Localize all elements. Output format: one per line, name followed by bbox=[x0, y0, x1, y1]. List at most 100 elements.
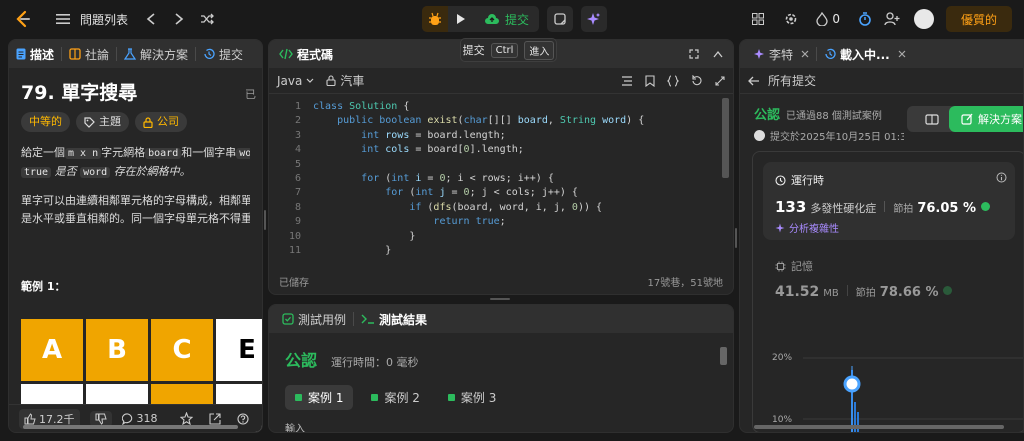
test-tabs: 測試用例 測試結果 bbox=[269, 305, 733, 333]
right-horizontal-scrollbar[interactable] bbox=[754, 425, 1004, 429]
code-line: int rows = board.length; bbox=[361, 129, 506, 141]
desc-text: 和一個字串 bbox=[181, 146, 237, 159]
info-icon[interactable] bbox=[996, 172, 1007, 183]
tab-loading[interactable]: 載入中... bbox=[817, 40, 913, 68]
timer-icon[interactable] bbox=[858, 12, 872, 26]
case-tab-2[interactable]: 案例 2 bbox=[361, 385, 429, 410]
accepted-status: 公認 bbox=[754, 108, 781, 123]
tab-test-result-label: 測試結果 bbox=[379, 312, 428, 327]
code-editor-panel: 程式碼 Java 汽車 1 2 3 4 5 6 7 8 9 10 11 clas… bbox=[268, 39, 734, 295]
description-paragraph-1: 給定一個m x n字元網格board和一個字串word bbox=[21, 144, 250, 163]
collapse-icon[interactable] bbox=[713, 49, 723, 59]
beats-label: 節拍 bbox=[855, 288, 876, 299]
case-check-dot bbox=[447, 394, 455, 401]
case-tab-label: 案例 3 bbox=[460, 391, 497, 405]
difficulty-badge[interactable]: 中等的 bbox=[21, 112, 70, 132]
tab-editorial[interactable]: 社論 bbox=[62, 40, 116, 68]
tab-submissions[interactable]: 提交 bbox=[196, 40, 250, 68]
code-line: } bbox=[313, 230, 416, 242]
description-paragraph-1b: true 是否 word 存在於網格中。 bbox=[21, 163, 250, 182]
solved-label: 已 bbox=[245, 88, 256, 101]
solution-button[interactable]: 解決方案 bbox=[949, 106, 1023, 132]
line-number: 8 bbox=[294, 201, 301, 213]
code-line: for (int j = 0; j < cols; j++) { bbox=[385, 187, 578, 199]
document-icon bbox=[16, 48, 26, 60]
sparkle-icon bbox=[587, 12, 601, 26]
add-friend-icon[interactable] bbox=[884, 12, 900, 26]
expand-icon[interactable] bbox=[715, 75, 725, 87]
distribution-chart[interactable]: 20% 10% bbox=[753, 322, 1023, 432]
problem-list-icon[interactable] bbox=[56, 13, 70, 25]
layout-icon[interactable] bbox=[752, 13, 765, 25]
bookmark-icon[interactable] bbox=[645, 74, 655, 87]
editor-vertical-scrollbar[interactable] bbox=[722, 98, 729, 178]
comments-button[interactable]: 318 bbox=[121, 412, 158, 425]
reset-icon[interactable] bbox=[691, 74, 703, 87]
memory-card[interactable]: 記憶 41.52 MB 節拍 78.66 % bbox=[763, 250, 1015, 308]
line-number: 5 bbox=[294, 158, 301, 170]
notes-button[interactable] bbox=[547, 6, 574, 32]
test-result-panel: 測試用例 測試結果 公認 運行時間：0 毫秒 案例 1 案例 2 案例 3 輸入 bbox=[268, 304, 734, 433]
tab-test-result[interactable]: 測試結果 bbox=[354, 305, 434, 333]
submit-button[interactable]: 提交 bbox=[474, 6, 539, 32]
runtime-card[interactable]: 運行時 133 多發性硬化症 節拍 76.05 % 分析複雜性 bbox=[763, 162, 1015, 240]
help-icon[interactable] bbox=[236, 412, 249, 425]
braces-icon[interactable] bbox=[667, 74, 679, 87]
avatar[interactable] bbox=[914, 9, 934, 29]
next-problem-icon[interactable] bbox=[174, 13, 184, 25]
analyze-complexity-link[interactable]: 分析複雜性 bbox=[775, 220, 1003, 235]
companies-tag[interactable]: 公司 bbox=[135, 112, 187, 132]
test-vertical-scrollbar[interactable] bbox=[720, 347, 727, 365]
debug-button[interactable] bbox=[422, 6, 448, 32]
run-button[interactable] bbox=[448, 6, 474, 32]
desc-text: 是否 bbox=[54, 165, 77, 178]
description-panel: 描述 社論 解決方案 提交 79. 單字搜尋 已 中等的 主題 公司 給定一個 … bbox=[8, 39, 263, 433]
description-tabs: 描述 社論 解決方案 提交 bbox=[9, 40, 262, 68]
back-to-submissions[interactable]: 所有提交 bbox=[740, 68, 1023, 94]
case-tab-3[interactable]: 案例 3 bbox=[438, 385, 506, 410]
auto-mode-toggle[interactable]: 汽車 bbox=[326, 72, 364, 89]
tab-description[interactable]: 描述 bbox=[9, 40, 61, 68]
tab-litter[interactable]: 李特 bbox=[746, 40, 816, 68]
star-icon[interactable] bbox=[179, 412, 193, 425]
tab-testcase[interactable]: 測試用例 bbox=[275, 305, 353, 333]
problem-list-link[interactable]: 問題列表 bbox=[80, 11, 128, 28]
desc-text: 字元網格 bbox=[101, 146, 146, 159]
terminal-icon bbox=[361, 313, 375, 325]
maximize-icon[interactable] bbox=[689, 49, 699, 59]
close-icon[interactable] bbox=[898, 50, 906, 58]
format-icon[interactable] bbox=[621, 75, 633, 87]
stats-container: 運行時 133 多發性硬化症 節拍 76.05 % 分析複雜性 記憶 41.52… bbox=[752, 151, 1023, 432]
horizontal-scrollbar[interactable] bbox=[23, 425, 238, 429]
tab-code[interactable]: 程式碼 bbox=[269, 40, 340, 68]
case-tab-label: 案例 1 bbox=[308, 391, 344, 405]
ai-assist-button[interactable] bbox=[581, 6, 608, 32]
shuffle-icon[interactable] bbox=[200, 13, 214, 25]
prev-problem-icon[interactable] bbox=[146, 13, 156, 25]
leetcode-logo[interactable] bbox=[14, 10, 32, 28]
horizontal-resize-handle[interactable] bbox=[490, 298, 510, 300]
line-number: 9 bbox=[294, 216, 301, 228]
case-check-dot bbox=[295, 394, 302, 401]
fire-icon[interactable] bbox=[816, 12, 829, 26]
topics-tag[interactable]: 主題 bbox=[76, 112, 129, 132]
vertical-resize-handle-right[interactable] bbox=[735, 228, 737, 248]
code-area[interactable]: 1 2 3 4 5 6 7 8 9 10 11 class Solution {… bbox=[269, 98, 721, 258]
close-icon[interactable] bbox=[801, 50, 809, 58]
grid-cell: A bbox=[21, 319, 83, 381]
premium-button[interactable]: 優質的 bbox=[946, 6, 1012, 32]
vertical-resize-handle[interactable] bbox=[264, 210, 266, 230]
gear-icon[interactable] bbox=[784, 12, 798, 26]
tab-description-label: 描述 bbox=[30, 47, 55, 62]
memory-beats: 78.66 % bbox=[879, 285, 939, 300]
tab-solutions[interactable]: 解決方案 bbox=[117, 40, 195, 68]
case-check-dot bbox=[371, 394, 379, 401]
language-select[interactable]: Java bbox=[277, 74, 314, 88]
back-label: 所有提交 bbox=[768, 74, 817, 88]
case-tab-1[interactable]: 案例 1 bbox=[285, 385, 354, 410]
share-icon[interactable] bbox=[208, 412, 221, 425]
user-avatar bbox=[754, 130, 765, 141]
description-content: 79. 單字搜尋 已 中等的 主題 公司 給定一個 m x n 字元網格 board 和… bbox=[9, 68, 262, 293]
history-icon bbox=[203, 48, 215, 60]
stat-divider bbox=[846, 285, 848, 296]
